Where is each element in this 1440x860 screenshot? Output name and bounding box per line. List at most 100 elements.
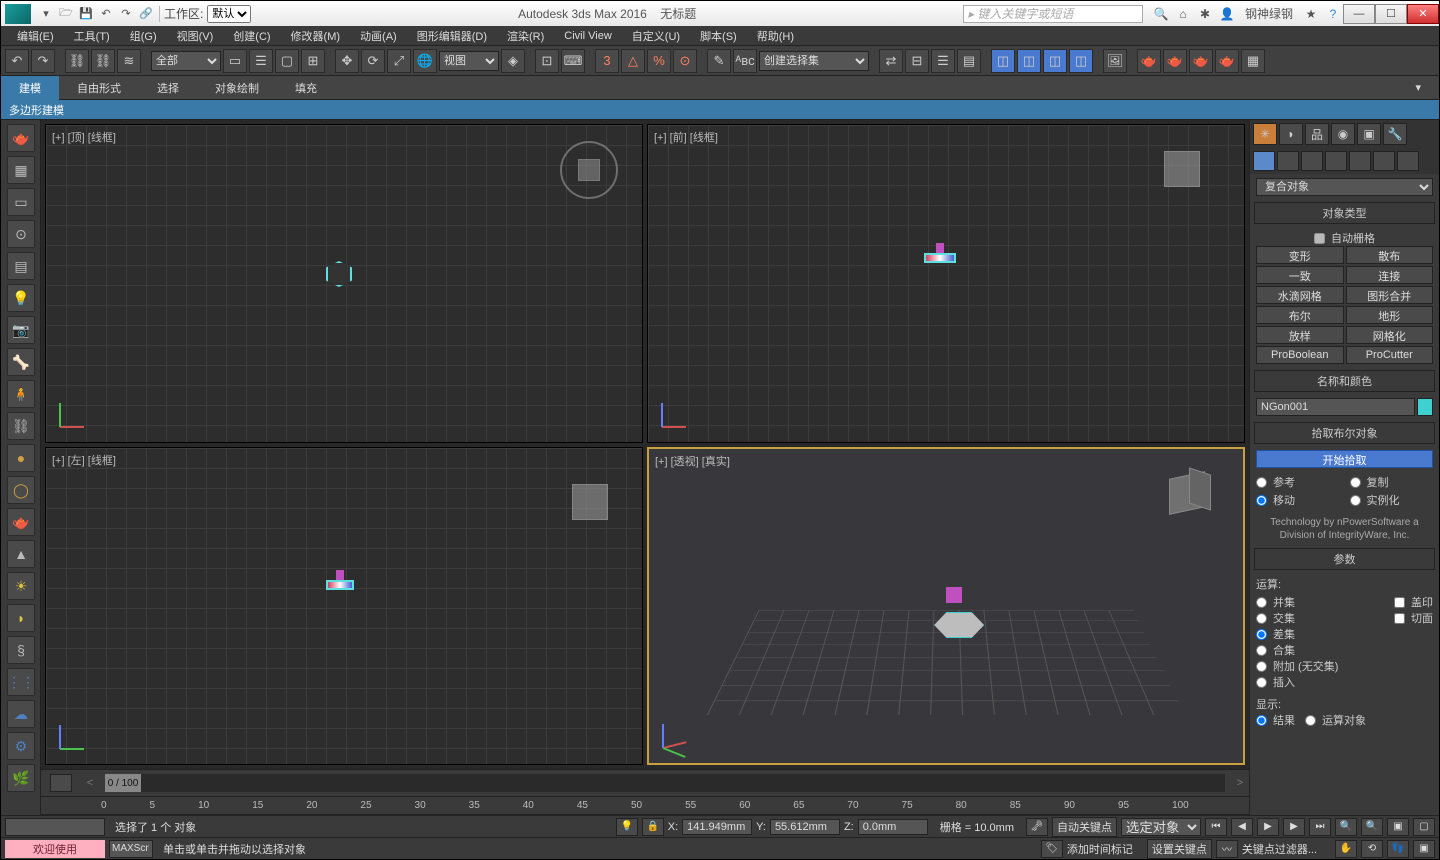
menu-help[interactable]: 帮助(H) — [747, 26, 804, 46]
viewport-persp-label[interactable]: [+] [透视] [真实] — [655, 453, 730, 469]
viewport-left-label[interactable]: [+] [左] [线框] — [52, 452, 116, 468]
proboolean-button[interactable]: ProBoolean — [1256, 346, 1344, 364]
time-tag-icon[interactable]: 🏷 — [1041, 840, 1063, 858]
nav-fov-icon[interactable]: ▣ — [1387, 818, 1409, 836]
help-icon[interactable]: ? — [1323, 6, 1343, 22]
scale-button[interactable]: ⤢ — [387, 49, 411, 73]
cylinder-icon[interactable]: ⊙ — [7, 220, 35, 248]
wall-icon[interactable]: ▤ — [7, 252, 35, 280]
instance-radio[interactable]: 实例化 — [1350, 492, 1434, 508]
layer-button[interactable]: ☰ — [931, 49, 955, 73]
ref-radio[interactable]: 参考 — [1256, 474, 1340, 490]
op-attach-radio[interactable]: 附加 (无交集) — [1256, 658, 1386, 674]
x-coord-input[interactable]: 141.949mm — [682, 819, 752, 835]
op-union-radio[interactable]: 并集 — [1256, 594, 1386, 610]
ribbon-panel-label[interactable]: 多边形建模 — [1, 100, 1439, 120]
box-object[interactable] — [946, 587, 962, 603]
viewcube-icon[interactable] — [1154, 145, 1214, 195]
menu-render[interactable]: 渲染(R) — [497, 26, 554, 46]
minimize-button[interactable]: — — [1343, 4, 1375, 24]
bind-button[interactable]: ≋ — [117, 49, 141, 73]
select-name-button[interactable]: ☰ — [249, 49, 273, 73]
viewport-perspective[interactable]: [+] [透视] [真实] — [647, 447, 1245, 766]
helix-icon[interactable]: § — [7, 636, 35, 664]
rotate-button[interactable]: ⟳ — [361, 49, 385, 73]
unlink-button[interactable]: ⛓ — [91, 49, 115, 73]
helpers-cat-icon[interactable] — [1349, 151, 1371, 171]
material-swatch[interactable] — [5, 818, 105, 836]
teapot2-button[interactable]: 🫖 — [1163, 49, 1187, 73]
menu-customize[interactable]: 自定义(U) — [622, 26, 690, 46]
timeline-ruler[interactable]: 0510152025303540455055606570758085909510… — [41, 797, 1249, 815]
boolean-button[interactable]: 布尔 — [1256, 306, 1344, 324]
menu-create[interactable]: 创建(C) — [223, 26, 280, 46]
viewport-front-label[interactable]: [+] [前] [线框] — [654, 129, 718, 145]
welcome-label[interactable]: 欢迎使用 — [5, 840, 105, 858]
mini-curve-icon[interactable] — [50, 774, 72, 792]
select-object-button[interactable]: ▭ — [223, 49, 247, 73]
geometry-cat-icon[interactable] — [1253, 151, 1275, 171]
edit-set-button[interactable]: ✎ — [707, 49, 731, 73]
viewcube-icon[interactable] — [1163, 471, 1223, 521]
percent-snap-button[interactable]: % — [647, 49, 671, 73]
menu-animation[interactable]: 动画(A) — [350, 26, 407, 46]
select-region-button[interactable]: ▢ — [275, 49, 299, 73]
walk-icon[interactable]: 👣 — [1387, 840, 1409, 858]
subcategory-dropdown[interactable]: 复合对象 — [1256, 178, 1433, 196]
menu-graph[interactable]: 图形编辑器(D) — [407, 26, 497, 46]
disp-operand-radio[interactable]: 运算对象 — [1305, 712, 1366, 728]
op-intersect-radio[interactable]: 交集 — [1256, 610, 1386, 626]
motion-tab-icon[interactable]: ◉ — [1331, 123, 1355, 145]
goto-end-icon[interactable]: ⏭ — [1309, 818, 1331, 836]
nav-zoomall-icon[interactable]: 🔍 — [1361, 818, 1383, 836]
shapemerge-button[interactable]: 图形合并 — [1346, 286, 1434, 304]
named-set-button[interactable]: ᴬʙᴄ — [733, 49, 757, 73]
nav-region-icon[interactable]: ▢ — [1413, 818, 1435, 836]
named-selection-dropdown[interactable]: 创建选择集 — [759, 51, 869, 71]
undo-icon[interactable]: ↶ — [97, 6, 115, 22]
utilities-tab-icon[interactable]: 🔧 — [1383, 123, 1407, 145]
ref-coord-button[interactable]: 🌐 — [413, 49, 437, 73]
play-icon[interactable]: ▶ — [1257, 818, 1279, 836]
lights-cat-icon[interactable] — [1301, 151, 1323, 171]
add-time-tag-text[interactable]: 添加时间标记 — [1067, 841, 1133, 857]
selection-filter[interactable]: 全部 — [151, 51, 221, 71]
scatter-button[interactable]: 散布 — [1346, 246, 1434, 264]
shapes-cat-icon[interactable] — [1277, 151, 1299, 171]
camera-icon[interactable]: 📷 — [7, 316, 35, 344]
params-rollout-header[interactable]: 参数 — [1254, 548, 1435, 570]
blobmesh-button[interactable]: 水滴网格 — [1256, 286, 1344, 304]
sun-icon[interactable]: ☀ — [7, 572, 35, 600]
ngon-object[interactable] — [326, 580, 354, 590]
schematic-button[interactable]: ◫ — [1017, 49, 1041, 73]
tab-selection[interactable]: 选择 — [139, 76, 197, 100]
gear-icon[interactable]: ⚙ — [7, 732, 35, 760]
terrain-button[interactable]: 地形 — [1346, 306, 1434, 324]
goto-start-icon[interactable]: ⏮ — [1205, 818, 1227, 836]
redo-button[interactable]: ↷ — [31, 49, 55, 73]
menu-tools[interactable]: 工具(T) — [64, 26, 120, 46]
z-coord-input[interactable]: 0.0mm — [858, 819, 928, 835]
favorite-icon[interactable]: ★ — [1301, 6, 1321, 22]
prev-key-icon[interactable]: < — [81, 777, 99, 789]
procutter-button[interactable]: ProCutter — [1346, 346, 1434, 364]
color-swatch[interactable] — [1417, 398, 1433, 416]
objtype-rollout-header[interactable]: 对象类型 — [1254, 202, 1435, 224]
user-icon[interactable]: 👤 — [1217, 6, 1237, 22]
new-icon[interactable]: ▾ — [37, 6, 55, 22]
ngon-object[interactable] — [924, 253, 956, 263]
box-object[interactable] — [336, 570, 344, 580]
material-editor-button[interactable]: ◫ — [1043, 49, 1067, 73]
link-icon[interactable]: 🔗 — [137, 6, 155, 22]
keyfilter-icon[interactable]: 〰 — [1216, 840, 1238, 858]
keyboard-shortcut-button[interactable]: ⌨ — [561, 49, 585, 73]
tab-freeform[interactable]: 自由形式 — [59, 76, 139, 100]
plane-icon[interactable]: ▭ — [7, 188, 35, 216]
menu-group[interactable]: 组(G) — [120, 26, 167, 46]
mesher-button[interactable]: 网格化 — [1346, 326, 1434, 344]
window-crossing-button[interactable]: ⊞ — [301, 49, 325, 73]
disp-result-radio[interactable]: 结果 — [1256, 712, 1295, 728]
menu-civil[interactable]: Civil View — [554, 28, 621, 44]
mirror-button[interactable]: ⇄ — [879, 49, 903, 73]
chain-icon[interactable]: ⛓ — [7, 412, 35, 440]
